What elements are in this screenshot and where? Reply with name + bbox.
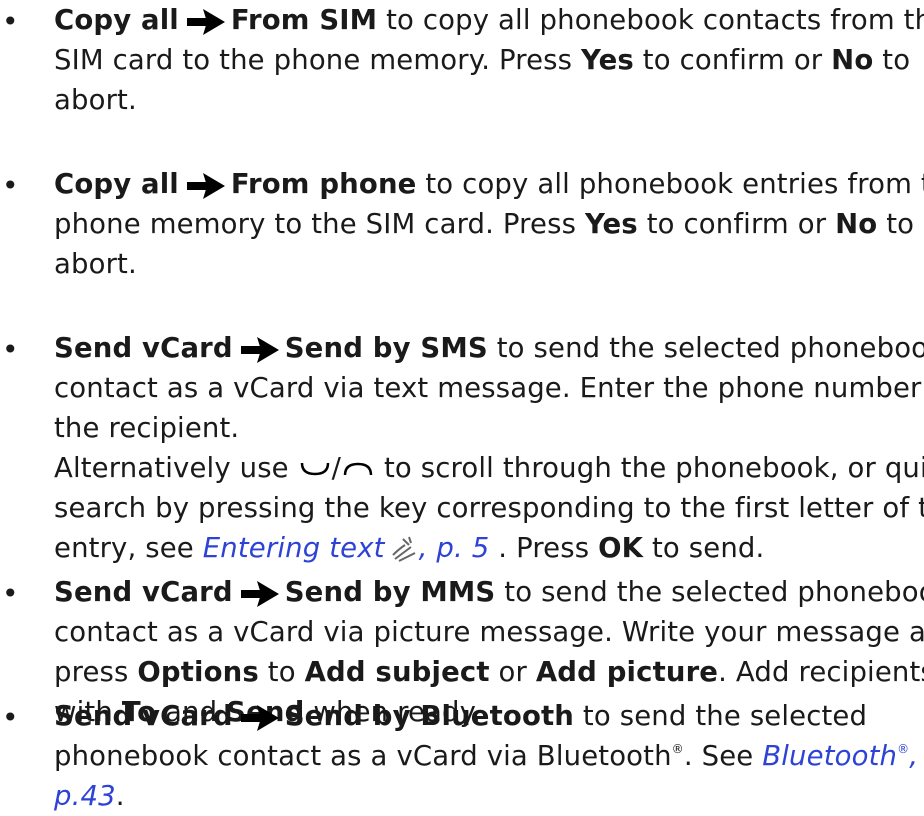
right-arrow-icon bbox=[240, 337, 279, 363]
menu-term: Send by MMS bbox=[284, 576, 496, 608]
bullet: • bbox=[2, 169, 19, 202]
right-arrow-icon bbox=[186, 9, 225, 35]
key-label: OK bbox=[598, 532, 644, 564]
list-item: • Send vCard Send by SMS to send the sele… bbox=[0, 328, 924, 568]
menu-term: Send vCard bbox=[54, 332, 233, 364]
menu-term: Send by Bluetooth bbox=[284, 700, 575, 732]
list-item: • Copy all From phone to copy all phonebo… bbox=[0, 164, 924, 284]
menu-term: From SIM bbox=[230, 4, 378, 36]
right-arrow-icon bbox=[240, 581, 279, 607]
right-arrow-icon bbox=[186, 173, 225, 199]
scroll-up-key-icon bbox=[343, 462, 373, 476]
menu-term: Copy all bbox=[54, 4, 179, 36]
item-text: Copy all From SIM to copy all phonebook c… bbox=[54, 4, 924, 116]
menu-term: Copy all bbox=[54, 168, 179, 200]
item-text: Send vCard Send by Bluetooth to send the … bbox=[54, 700, 919, 812]
scroll-down-key-icon bbox=[300, 462, 329, 476]
entering-text-link[interactable]: Entering text, p. 5 bbox=[203, 532, 490, 564]
key-label: Yes bbox=[581, 44, 634, 76]
list-item: • Copy all From SIM to copy all phonebook… bbox=[0, 0, 924, 120]
bullet: • bbox=[2, 333, 19, 366]
menu-term: From phone bbox=[230, 168, 417, 200]
key-label: Add picture bbox=[535, 656, 719, 688]
key-label: Add subject bbox=[304, 656, 490, 688]
list-item: • Send vCard Send by Bluetooth to send th… bbox=[0, 696, 924, 816]
bullet: • bbox=[2, 577, 19, 610]
right-arrow-icon bbox=[240, 705, 279, 731]
key-label: No bbox=[831, 44, 874, 76]
registered-mark: ® bbox=[671, 742, 684, 756]
key-label: No bbox=[835, 208, 878, 240]
bullet: • bbox=[2, 5, 19, 38]
item-text: Copy all From phone to copy all phonebook… bbox=[54, 168, 924, 280]
menu-term: Send vCard bbox=[54, 576, 233, 608]
key-label: Yes bbox=[584, 208, 638, 240]
key-label: Options bbox=[137, 656, 259, 688]
menu-term: Send by SMS bbox=[284, 332, 488, 364]
item-text: Send vCard Send by SMS to send the select… bbox=[54, 332, 924, 564]
hand-pointer-icon bbox=[391, 536, 416, 562]
menu-term: Send vCard bbox=[54, 700, 233, 732]
bullet: • bbox=[2, 701, 19, 734]
manual-page: • Copy all From SIM to copy all phonebook… bbox=[0, 0, 924, 812]
